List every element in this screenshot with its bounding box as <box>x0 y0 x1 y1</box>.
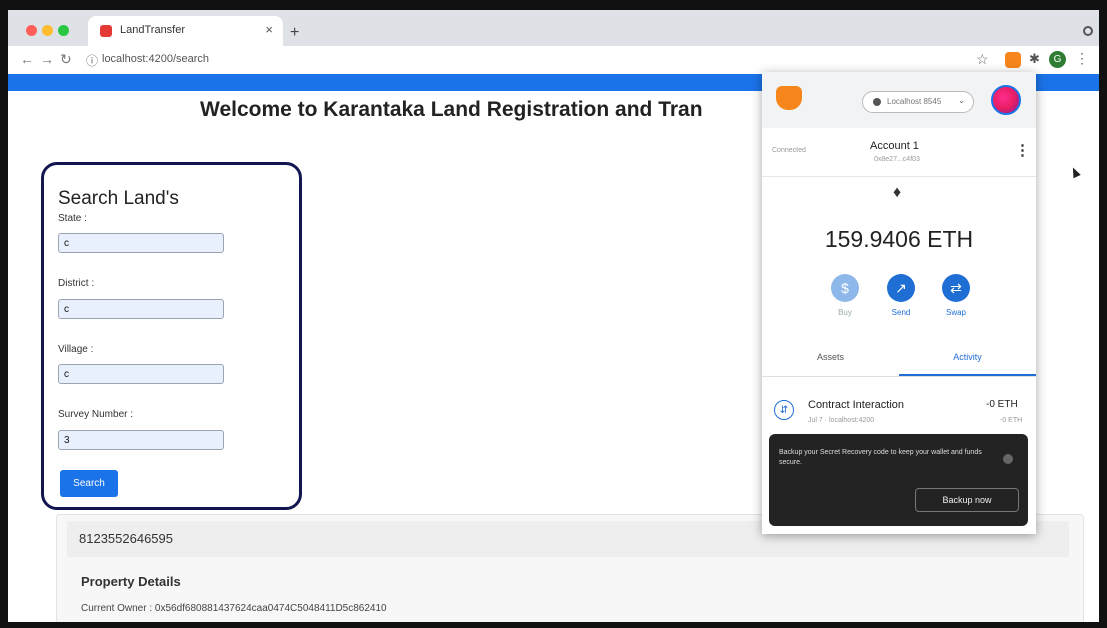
state-label: State : <box>58 213 87 224</box>
back-arrow-icon[interactable]: ← <box>20 51 34 67</box>
state-input[interactable] <box>58 233 224 253</box>
close-window-button[interactable] <box>26 25 37 36</box>
browser-tab[interactable]: LandTransfer × <box>88 16 283 46</box>
account-options-icon[interactable]: ⋮ <box>1015 141 1030 159</box>
shield-icon <box>100 25 112 37</box>
district-input[interactable] <box>58 299 224 319</box>
backup-toast: Backup your Secret Recovery code to keep… <box>769 434 1028 526</box>
info-icon[interactable]: ⓘ <box>86 52 98 69</box>
send-button[interactable]: ↗ <box>887 274 915 302</box>
metamask-extension-icon[interactable] <box>1005 52 1021 68</box>
contract-interaction-icon: ⇵ <box>774 400 794 420</box>
survey-number-label: Survey Number : <box>58 409 134 420</box>
activity-list-item[interactable]: ⇵ Contract Interaction Jul 7 · localhost… <box>762 384 1036 432</box>
tab-title: LandTransfer <box>120 24 186 36</box>
network-label: Localhost 8545 <box>887 97 942 106</box>
browser-menu-icon[interactable]: ⋮ <box>1075 50 1089 67</box>
maximize-window-button[interactable] <box>58 25 69 36</box>
village-label: Village : <box>58 344 94 355</box>
network-status-icon <box>873 98 881 106</box>
send-label: Send <box>891 308 911 317</box>
extensions-puzzle-icon[interactable]: ✱ <box>1029 51 1040 67</box>
backup-now-button[interactable]: Backup now <box>915 488 1019 512</box>
village-input[interactable] <box>58 364 224 384</box>
url-input[interactable]: ⓘ localhost:4200/search <box>82 50 952 70</box>
transaction-amount-secondary: -0 ETH <box>1000 417 1023 424</box>
chevron-down-icon: ⌄ <box>958 96 965 105</box>
backup-message: Backup your Secret Recovery code to keep… <box>779 449 982 466</box>
current-owner: Current Owner : 0x56df680881437624caa047… <box>81 603 387 614</box>
search-button[interactable]: Search <box>60 470 118 497</box>
transaction-amount: -0 ETH <box>986 399 1018 410</box>
ethereum-icon: ♦ <box>893 184 902 201</box>
new-tab-button[interactable]: + <box>290 24 299 42</box>
transaction-title: Contract Interaction <box>808 399 904 411</box>
account-name[interactable]: Account 1 <box>870 140 919 152</box>
buy-label: Buy <box>838 308 852 317</box>
network-selector[interactable]: Localhost 8545 ⌄ <box>862 91 974 113</box>
swap-label: Swap <box>945 308 966 317</box>
search-heading: Search Land's <box>58 188 179 209</box>
window-menu-icon[interactable] <box>1083 26 1093 36</box>
property-details-heading: Property Details <box>81 574 181 589</box>
reload-icon[interactable]: ↻ <box>60 51 72 68</box>
survey-number-input[interactable] <box>58 430 224 450</box>
buy-button[interactable]: $ <box>831 274 859 302</box>
tab-close-icon[interactable]: × <box>265 22 273 37</box>
profile-avatar[interactable]: G <box>1049 51 1066 68</box>
tab-activity[interactable]: Activity <box>899 352 1036 362</box>
metamask-tabs: Assets Activity <box>762 340 1036 377</box>
page-title: Welcome to Karantaka Land Registration a… <box>200 98 703 121</box>
minimize-window-button[interactable] <box>42 25 53 36</box>
active-tab-indicator <box>899 374 1036 376</box>
search-land-card: Search Land's State : District : Village… <box>41 162 302 510</box>
account-address[interactable]: 0x8e27...c4f03 <box>874 156 920 163</box>
account-row: Connected Account 1 0x8e27...c4f03 ⋮ <box>762 128 1036 177</box>
account-avatar[interactable] <box>991 85 1021 115</box>
tab-assets[interactable]: Assets <box>762 352 899 362</box>
metamask-header: Localhost 8545 ⌄ <box>762 72 1036 128</box>
metamask-fox-icon <box>776 86 802 110</box>
connected-status[interactable]: Connected <box>772 147 806 154</box>
close-icon[interactable] <box>1003 454 1013 464</box>
mouse-cursor-icon <box>1069 165 1081 179</box>
metamask-popup: Localhost 8545 ⌄ Connected Account 1 0x8… <box>762 72 1036 534</box>
url-text: localhost:4200/search <box>102 53 210 65</box>
eth-balance: 159.9406 ETH <box>824 226 974 252</box>
transaction-subtitle: Jul 7 · localhost:4200 <box>808 417 875 424</box>
district-label: District : <box>58 278 95 289</box>
result-number: 8123552646595 <box>79 531 173 546</box>
bookmark-star-icon[interactable]: ☆ <box>976 51 989 68</box>
browser-tab-bar: LandTransfer × + <box>8 10 1099 46</box>
swap-button[interactable]: ⇄ <box>942 274 970 302</box>
forward-arrow-icon[interactable]: → <box>40 51 54 67</box>
address-bar: ← → ↻ ⓘ localhost:4200/search ☆ ✱ G ⋮ <box>8 46 1099 75</box>
